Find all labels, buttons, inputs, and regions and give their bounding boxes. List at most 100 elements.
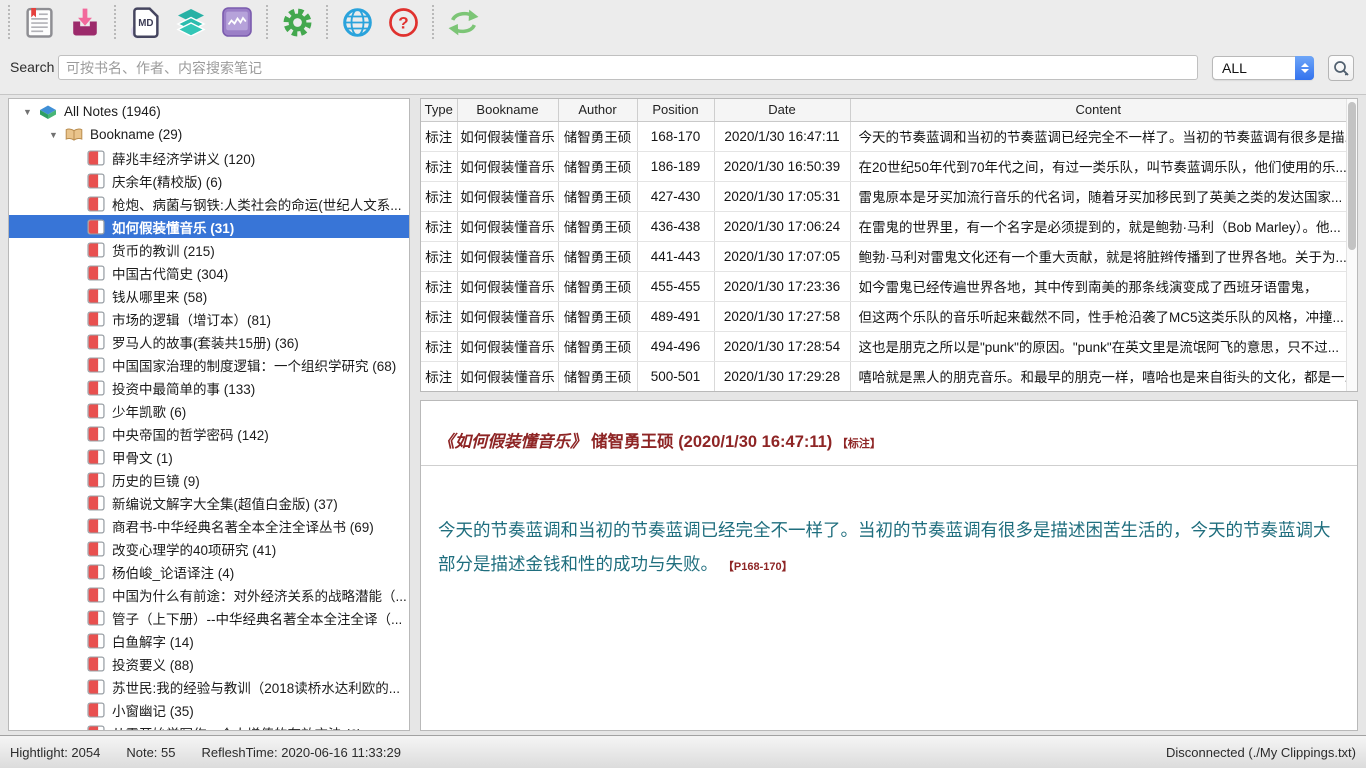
- website-button[interactable]: [338, 3, 376, 41]
- notes-document-icon: [26, 7, 53, 38]
- status-bar: Hightlight: 2054 Note: 55 RefleshTime: 2…: [0, 735, 1366, 768]
- table-scrollbar-thumb[interactable]: [1348, 102, 1356, 250]
- sidebar-item[interactable]: ▼ All Notes (1946): [9, 100, 409, 123]
- table-cell: 186-189: [637, 151, 714, 181]
- all-notes-book-icon: [39, 104, 57, 120]
- table-cell: 如何假装懂音乐: [457, 271, 558, 301]
- sidebar-item[interactable]: ▼ 钱从哪里来 (58): [9, 284, 409, 307]
- book-icon: [87, 564, 105, 580]
- sidebar-item[interactable]: ▼ 薛兆丰经济学讲义 (120): [9, 146, 409, 169]
- table-cell: 储智勇王硕: [558, 271, 637, 301]
- disclosure-triangle-icon[interactable]: ▼: [49, 130, 65, 140]
- table-cell: 2020/1/30 17:05:31: [714, 181, 850, 211]
- sidebar-item[interactable]: ▼ 白鱼解字 (14): [9, 629, 409, 652]
- table-row[interactable]: 标注如何假装懂音乐储智勇王硕500-5012020/1/30 17:29:28嘻…: [421, 361, 1346, 391]
- table-cell: 427-430: [637, 181, 714, 211]
- table-cell: 标注: [421, 301, 457, 331]
- help-button[interactable]: ?: [384, 3, 422, 41]
- sidebar-item-label: 杨伯峻_论语译注 (4): [112, 562, 234, 582]
- disclosure-triangle-icon[interactable]: ▼: [23, 107, 39, 117]
- table-cell: 2020/1/30 16:50:39: [714, 151, 850, 181]
- search-scope-value: ALL: [1213, 60, 1295, 76]
- book-icon: [87, 472, 105, 488]
- sidebar-item-label: 中国为什么有前途：对外经济关系的战略潜能（...: [112, 585, 407, 605]
- svg-text:MD: MD: [138, 18, 153, 29]
- column-header-author[interactable]: Author: [558, 99, 637, 121]
- sidebar-item-label: 小窗幽记 (35): [112, 700, 194, 720]
- sidebar-item[interactable]: ▼ 枪炮、病菌与钢铁:人类社会的命运(世纪人文系...: [9, 192, 409, 215]
- sidebar-item[interactable]: ▼ 投资要义 (88): [9, 652, 409, 675]
- table-scrollbar[interactable]: [1346, 99, 1357, 391]
- table-row[interactable]: 标注如何假装懂音乐储智勇王硕168-1702020/1/30 16:47:11今…: [421, 121, 1346, 151]
- book-icon: [87, 150, 105, 166]
- sync-refresh-button[interactable]: [444, 3, 482, 41]
- table-cell: 储智勇王硕: [558, 241, 637, 271]
- sidebar-item-label: 市场的逻辑（增订本）(81): [112, 309, 271, 329]
- book-icon: [87, 403, 105, 419]
- sidebar-item[interactable]: ▼ 苏世民:我的经验与教训（2018读桥水达利欧的...: [9, 675, 409, 698]
- open-book-icon: [65, 127, 83, 143]
- table-row[interactable]: 标注如何假装懂音乐储智勇王硕436-4382020/1/30 17:06:24在…: [421, 211, 1346, 241]
- sidebar-item[interactable]: ▼ 甲骨文 (1): [9, 445, 409, 468]
- sidebar-item[interactable]: ▼ 投资中最简单的事 (133): [9, 376, 409, 399]
- toolbar-separator: [266, 5, 268, 39]
- sidebar-item-label: Bookname (29): [90, 127, 182, 142]
- settings-button[interactable]: [278, 3, 316, 41]
- table-cell: 储智勇王硕: [558, 121, 637, 151]
- column-header-bookname[interactable]: Bookname: [457, 99, 558, 121]
- magnifier-icon: [1333, 60, 1350, 77]
- sidebar-item[interactable]: ▼ 罗马人的故事(套装共15册) (36): [9, 330, 409, 353]
- import-clippings-button[interactable]: [66, 3, 104, 41]
- layers-export-button[interactable]: [172, 3, 210, 41]
- table-row[interactable]: 标注如何假装懂音乐储智勇王硕455-4552020/1/30 17:23:36如…: [421, 271, 1346, 301]
- sidebar-item[interactable]: ▼ 货币的教训 (215): [9, 238, 409, 261]
- book-icon: [87, 518, 105, 534]
- search-button[interactable]: [1328, 55, 1354, 81]
- table-row[interactable]: 标注如何假装懂音乐储智勇王硕186-1892020/1/30 16:50:39在…: [421, 151, 1346, 181]
- column-header-content[interactable]: Content: [850, 99, 1346, 121]
- table-row[interactable]: 标注如何假装懂音乐储智勇王硕441-4432020/1/30 17:07:05鲍…: [421, 241, 1346, 271]
- sidebar-item[interactable]: ▼ 从零开始学写作：个人增值的有效方法 (6): [9, 721, 409, 731]
- sidebar-item-selected[interactable]: ▼ 如何假装懂音乐 (31): [9, 215, 409, 238]
- table-row[interactable]: 标注如何假装懂音乐储智勇王硕427-4302020/1/30 17:05:31雷…: [421, 181, 1346, 211]
- book-icon: [87, 219, 105, 235]
- column-header-position[interactable]: Position: [637, 99, 714, 121]
- sidebar-item[interactable]: ▼ 中国古代简史 (304): [9, 261, 409, 284]
- book-icon: [87, 426, 105, 442]
- sidebar-item[interactable]: ▼ 市场的逻辑（增订本）(81): [9, 307, 409, 330]
- table-cell: 如今雷鬼已经传遍世界各地，其中传到南美的那条线演变成了西班牙语雷鬼，: [850, 271, 1346, 301]
- sidebar-item-label: 货币的教训 (215): [112, 240, 215, 260]
- sidebar-item[interactable]: ▼ Bookname (29): [9, 123, 409, 146]
- sidebar-item[interactable]: ▼ 商君书-中华经典名著全本全注全译丛书 (69): [9, 514, 409, 537]
- column-header-type[interactable]: Type: [421, 99, 457, 121]
- sidebar-item[interactable]: ▼ 历史的巨镜 (9): [9, 468, 409, 491]
- search-input[interactable]: [58, 55, 1198, 80]
- sidebar-item-label: 甲骨文 (1): [112, 447, 173, 467]
- sidebar-item[interactable]: ▼ 新编说文解字大全集(超值白金版) (37): [9, 491, 409, 514]
- sidebar-item[interactable]: ▼ 管子（上下册）--中华经典名著全本全注全译（...: [9, 606, 409, 629]
- sidebar-item[interactable]: ▼ 少年凯歌 (6): [9, 399, 409, 422]
- sidebar-item-label: 中国古代简史 (304): [112, 263, 228, 283]
- table-cell: 2020/1/30 17:07:05: [714, 241, 850, 271]
- statistics-button[interactable]: [218, 3, 256, 41]
- table-row[interactable]: 标注如何假装懂音乐储智勇王硕494-4962020/1/30 17:28:54这…: [421, 331, 1346, 361]
- sidebar-item[interactable]: ▼ 小窗幽记 (35): [9, 698, 409, 721]
- search-scope-select[interactable]: ALL: [1212, 56, 1314, 80]
- sidebar-item-label: 投资中最简单的事 (133): [112, 378, 255, 398]
- sidebar-item-label: 庆余年(精校版) (6): [112, 171, 222, 191]
- sidebar-item[interactable]: ▼ 中央帝国的哲学密码 (142): [9, 422, 409, 445]
- sidebar-item-label: 罗马人的故事(套装共15册) (36): [112, 332, 299, 352]
- sidebar-item[interactable]: ▼ 中国国家治理的制度逻辑：一个组织学研究 (68): [9, 353, 409, 376]
- markdown-export-button[interactable]: MD: [126, 3, 164, 41]
- sidebar-item[interactable]: ▼ 杨伯峻_论语译注 (4): [9, 560, 409, 583]
- book-icon: [87, 288, 105, 304]
- sidebar-item[interactable]: ▼ 中国为什么有前途：对外经济关系的战略潜能（...: [9, 583, 409, 606]
- notes-document-button[interactable]: [20, 3, 58, 41]
- table-cell: 嘻哈就是黑人的朋克音乐。和最早的朋克一样，嘻哈也是来自街头的文化，都是一...: [850, 361, 1346, 391]
- sidebar-item[interactable]: ▼ 改变心理学的40项研究 (41): [9, 537, 409, 560]
- svg-text:?: ?: [398, 13, 408, 32]
- toolbar-separator: [8, 5, 10, 39]
- column-header-date[interactable]: Date: [714, 99, 850, 121]
- sidebar-item[interactable]: ▼ 庆余年(精校版) (6): [9, 169, 409, 192]
- table-row[interactable]: 标注如何假装懂音乐储智勇王硕489-4912020/1/30 17:27:58但…: [421, 301, 1346, 331]
